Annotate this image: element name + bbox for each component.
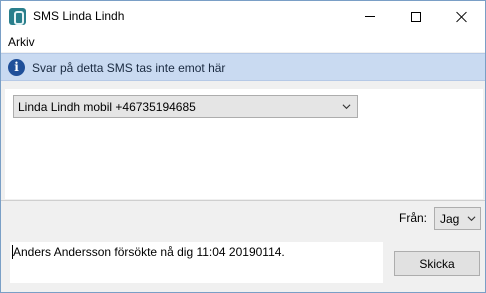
message-text: Anders Andersson försökte nå dig 11:04 2… — [13, 245, 285, 259]
chevron-down-icon — [467, 216, 476, 222]
minimize-icon — [365, 16, 375, 17]
menu-bar: Arkiv — [1, 32, 485, 52]
maximize-icon — [411, 11, 421, 22]
recipient-dropdown[interactable]: Linda Lindh mobil +46735194685 — [13, 95, 358, 118]
info-message: Svar på detta SMS tas inte emot här — [32, 61, 226, 75]
close-icon — [456, 11, 468, 23]
window-title: SMS Linda Lindh — [33, 9, 125, 23]
divider — [1, 200, 485, 201]
maximize-button[interactable] — [393, 1, 439, 32]
from-selected: Jag — [440, 212, 460, 226]
info-icon: i — [8, 59, 25, 76]
app-icon — [9, 8, 26, 25]
chevron-down-icon — [342, 104, 351, 110]
minimize-button[interactable] — [347, 1, 393, 32]
conversation-area — [5, 126, 483, 199]
close-button[interactable] — [439, 1, 485, 32]
title-bar: SMS Linda Lindh — [1, 1, 485, 32]
message-input[interactable]: Anders Andersson försökte nå dig 11:04 2… — [10, 242, 383, 283]
from-dropdown[interactable]: Jag — [434, 207, 481, 230]
send-button[interactable]: Skicka — [394, 251, 480, 276]
from-label: Från: — [399, 211, 428, 225]
menu-item-arkiv[interactable]: Arkiv — [8, 35, 35, 49]
info-bar: i Svar på detta SMS tas inte emot här — [1, 53, 485, 81]
recipient-selected: Linda Lindh mobil +46735194685 — [18, 100, 196, 114]
sms-window: SMS Linda Lindh Arkiv i Svar på detta SM… — [0, 0, 486, 293]
recipient-panel: Linda Lindh mobil +46735194685 — [5, 89, 483, 126]
